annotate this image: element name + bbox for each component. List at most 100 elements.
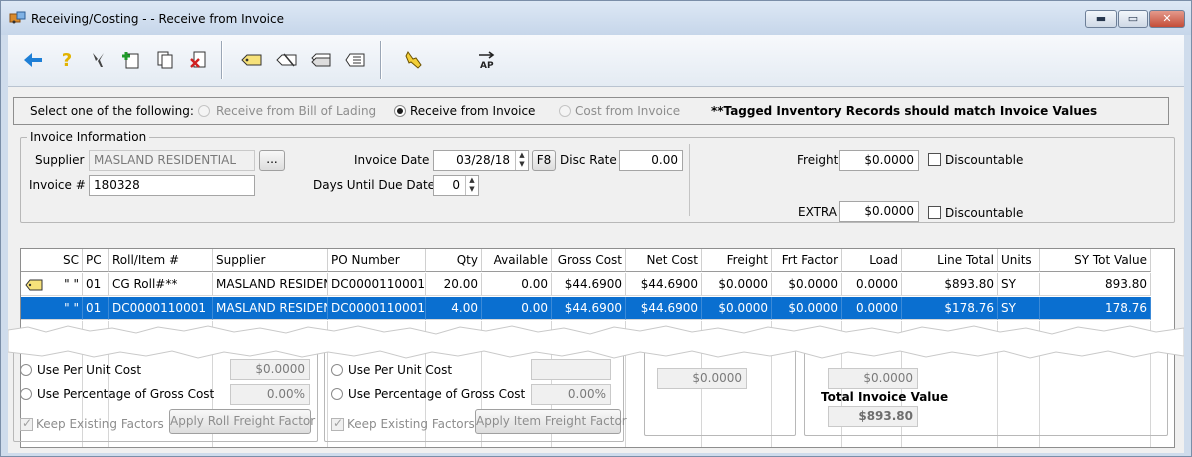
item-keep-factors-checkbox[interactable] bbox=[331, 416, 344, 431]
freight-field[interactable]: $0.0000 bbox=[839, 150, 919, 171]
roll-percentage-radio[interactable] bbox=[20, 388, 32, 400]
item-percentage-radio[interactable] bbox=[331, 388, 343, 400]
grid-cell-net[interactable]: $44.6900 bbox=[626, 297, 702, 320]
grid-cell-po[interactable]: DC0000110001 bbox=[328, 297, 426, 320]
grid-cell-freight[interactable]: $0.0000 bbox=[702, 297, 772, 320]
grid-cell-freight[interactable]: $0.0000 bbox=[702, 273, 772, 296]
days-until-due-spinner[interactable]: ▲ ▼ bbox=[465, 176, 478, 195]
grid-cell-po[interactable]: DC0000110001 bbox=[328, 273, 426, 296]
column-header[interactable]: Freight bbox=[702, 249, 772, 272]
grid-cell-available[interactable]: 0.00 bbox=[482, 297, 552, 320]
radio-cost-invoice[interactable] bbox=[559, 105, 571, 117]
grid-cell-qty[interactable]: 4.00 bbox=[426, 297, 482, 320]
selection-prompt: Select one of the following: bbox=[30, 104, 194, 118]
grid-cell-sy-tot[interactable]: 893.80 bbox=[1040, 273, 1151, 296]
apply-hand-icon[interactable] bbox=[403, 49, 425, 71]
grid-cell-line-total[interactable]: $893.80 bbox=[902, 273, 998, 296]
browse-supplier-button[interactable]: ... bbox=[259, 150, 285, 171]
grid-cell-pc[interactable]: 01 bbox=[83, 273, 109, 296]
roll-keep-factors-checkbox[interactable] bbox=[20, 416, 33, 431]
column-header[interactable]: Net Cost bbox=[626, 249, 702, 272]
grid-cell-item[interactable]: DC0000110001 bbox=[109, 297, 213, 320]
item-per-unit-field[interactable] bbox=[531, 359, 611, 380]
roll-per-unit-radio[interactable] bbox=[20, 364, 32, 376]
total-invoice-value-field[interactable]: $893.80 bbox=[828, 406, 918, 427]
grid-cell-qty[interactable]: 20.00 bbox=[426, 273, 482, 296]
supplier-field[interactable]: MASLAND RESIDENTIAL bbox=[89, 150, 255, 171]
left-total-field[interactable]: $0.0000 bbox=[657, 368, 747, 389]
add-document-icon[interactable] bbox=[120, 49, 142, 71]
minimize-button[interactable]: ▬ bbox=[1085, 10, 1117, 28]
total-invoice-value-label: Total Invoice Value bbox=[821, 390, 949, 404]
window-title: Receiving/Costing - - Receive from Invoi… bbox=[31, 12, 284, 26]
item-per-unit-radio[interactable] bbox=[331, 364, 343, 376]
grid-cell-sy-tot[interactable]: 178.76 bbox=[1040, 297, 1151, 320]
grid-cell-supplier[interactable]: MASLAND RESIDENT bbox=[213, 297, 328, 320]
column-header[interactable]: PC bbox=[83, 249, 109, 272]
grid-cell-available[interactable]: 0.00 bbox=[482, 273, 552, 296]
grid-cell-load[interactable]: 0.0000 bbox=[842, 273, 902, 296]
roll-percentage-field[interactable]: 0.00% bbox=[230, 384, 310, 405]
maximize-button[interactable]: ▭ bbox=[1118, 10, 1148, 28]
grid-cell-frt-factor[interactable]: $0.0000 bbox=[772, 273, 842, 296]
grid-cell-units[interactable]: SY bbox=[998, 273, 1040, 296]
apply-roll-freight-button[interactable]: Apply Roll Freight Factor bbox=[169, 409, 315, 434]
tag-icon[interactable] bbox=[241, 49, 263, 71]
column-header[interactable]: Supplier bbox=[213, 249, 328, 272]
column-header[interactable]: Load bbox=[842, 249, 902, 272]
column-header[interactable]: PO Number bbox=[328, 249, 426, 272]
divider bbox=[689, 144, 690, 216]
upper-total-field[interactable]: $0.0000 bbox=[828, 368, 918, 389]
back-arrow-icon[interactable] bbox=[22, 49, 44, 71]
toolbar-separator bbox=[380, 41, 382, 79]
grid-cell-item[interactable]: CG Roll#** bbox=[109, 273, 213, 296]
freight-label: Freight bbox=[797, 153, 839, 167]
f8-button[interactable]: F8 bbox=[532, 150, 556, 171]
delete-document-icon[interactable] bbox=[188, 49, 210, 71]
grid-cell-frt-factor[interactable]: $0.0000 bbox=[772, 297, 842, 320]
radio-receive-invoice[interactable] bbox=[394, 105, 406, 117]
invoice-date-spinner[interactable]: ▲ ▼ bbox=[515, 151, 528, 170]
invoice-totals-group: $0.0000 Total Invoice Value $893.80 bbox=[804, 335, 1168, 436]
extra-discountable-checkbox[interactable] bbox=[928, 206, 941, 219]
column-header[interactable]: Units bbox=[998, 249, 1040, 272]
item-percentage-field[interactable]: 0.00% bbox=[531, 384, 611, 405]
freight-discountable-checkbox[interactable] bbox=[928, 153, 941, 166]
disc-rate-field[interactable]: 0.00 bbox=[619, 150, 683, 171]
apply-item-freight-button[interactable]: Apply Item Freight Factor bbox=[475, 409, 627, 434]
freight-discountable-label: Discountable bbox=[945, 153, 1024, 167]
ap-transfer-icon[interactable]: AP bbox=[475, 49, 501, 71]
grid-cell-net[interactable]: $44.6900 bbox=[626, 273, 702, 296]
column-header[interactable]: Available bbox=[482, 249, 552, 272]
grid-cell-pc[interactable]: 01 bbox=[83, 297, 109, 320]
app-icon bbox=[9, 10, 27, 24]
copy-document-icon[interactable] bbox=[154, 49, 176, 71]
client-area: ? AP Select one of the following: Receiv… bbox=[8, 35, 1184, 453]
grid-cell-units[interactable]: SY bbox=[998, 297, 1040, 320]
column-header[interactable]: SC bbox=[21, 249, 83, 272]
tools-icon[interactable] bbox=[88, 49, 110, 71]
column-header[interactable]: Roll/Item # bbox=[109, 249, 213, 272]
tags-list-icon[interactable] bbox=[344, 49, 366, 71]
close-button[interactable]: ✕ bbox=[1149, 10, 1185, 28]
column-header[interactable]: SY Tot Value bbox=[1040, 249, 1151, 272]
column-header[interactable]: Line Total bbox=[902, 249, 998, 272]
grid-cell-gross[interactable]: $44.6900 bbox=[552, 273, 626, 296]
grid-cell-sc[interactable]: " " bbox=[21, 297, 83, 320]
extra-field[interactable]: $0.0000 bbox=[839, 201, 919, 222]
grid-cell-supplier[interactable]: MASLAND RESIDENT bbox=[213, 273, 328, 296]
radio-bill-of-lading[interactable] bbox=[198, 105, 210, 117]
column-header[interactable]: Frt Factor bbox=[772, 249, 842, 272]
help-question-icon[interactable]: ? bbox=[56, 49, 78, 71]
grid-cell-gross[interactable]: $44.6900 bbox=[552, 297, 626, 320]
title-bar[interactable]: Receiving/Costing - - Receive from Invoi… bbox=[1, 1, 1191, 35]
remove-tag-icon[interactable] bbox=[276, 49, 298, 71]
column-header[interactable]: Gross Cost bbox=[552, 249, 626, 272]
column-header[interactable]: Qty bbox=[426, 249, 482, 272]
tags-icon[interactable] bbox=[310, 49, 332, 71]
grid-cell-load[interactable]: 0.0000 bbox=[842, 297, 902, 320]
radio-receive-invoice-label: Receive from Invoice bbox=[410, 104, 536, 118]
invoice-number-field[interactable]: 180328 bbox=[89, 175, 255, 196]
roll-per-unit-field[interactable]: $0.0000 bbox=[230, 359, 310, 380]
grid-cell-line-total[interactable]: $178.76 bbox=[902, 297, 998, 320]
